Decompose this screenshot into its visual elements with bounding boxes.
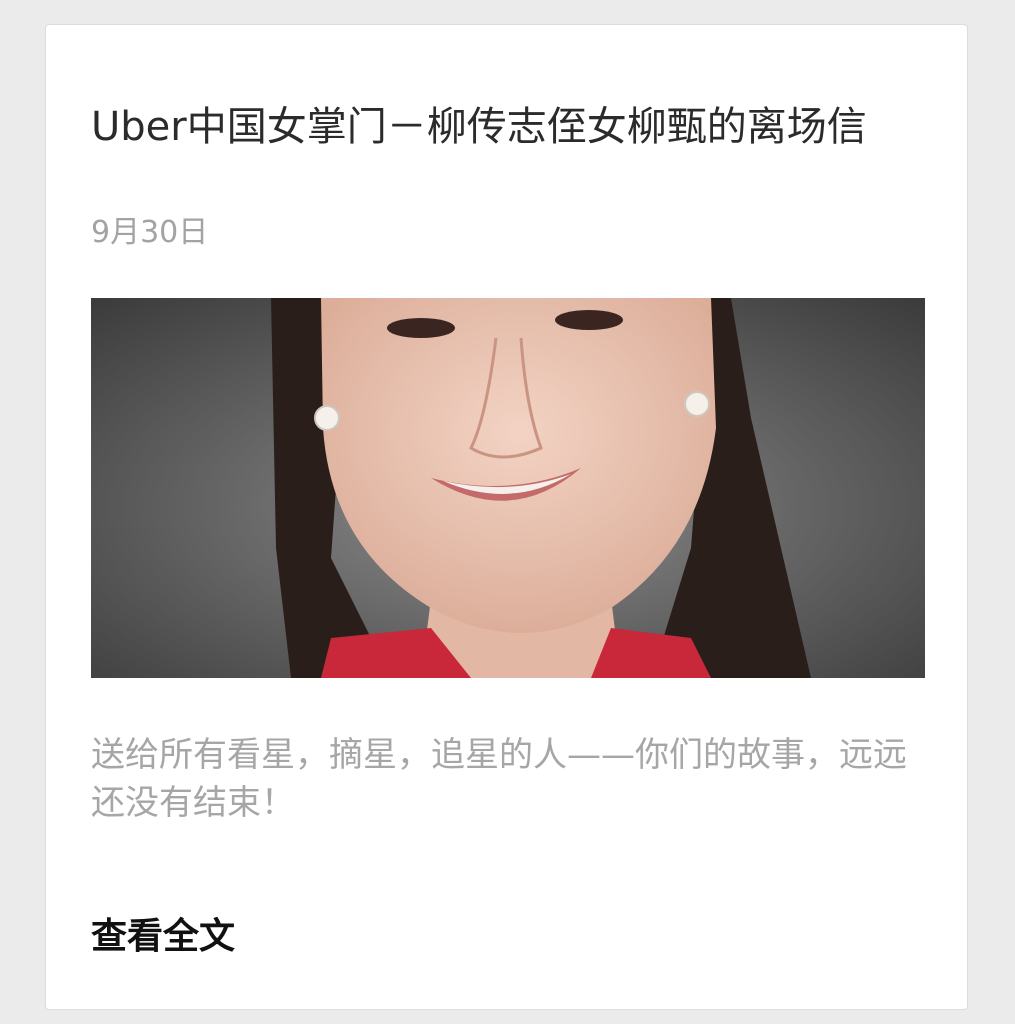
cover-image[interactable]: [91, 298, 925, 678]
article-digest: 送给所有看星，摘星，追星的人——你们的故事，远远还没有结束！: [91, 735, 907, 823]
article-date: 9月30日: [91, 215, 209, 250]
portrait-photo: [91, 298, 925, 678]
article-title[interactable]: Uber中国女掌门－柳传志侄女柳甄的离场信: [91, 101, 921, 153]
article-card[interactable]: Uber中国女掌门－柳传志侄女柳甄的离场信 9月30日 送给所有看星，摘星，追星…: [45, 24, 968, 1010]
read-more-link[interactable]: 查看全文: [91, 915, 235, 959]
